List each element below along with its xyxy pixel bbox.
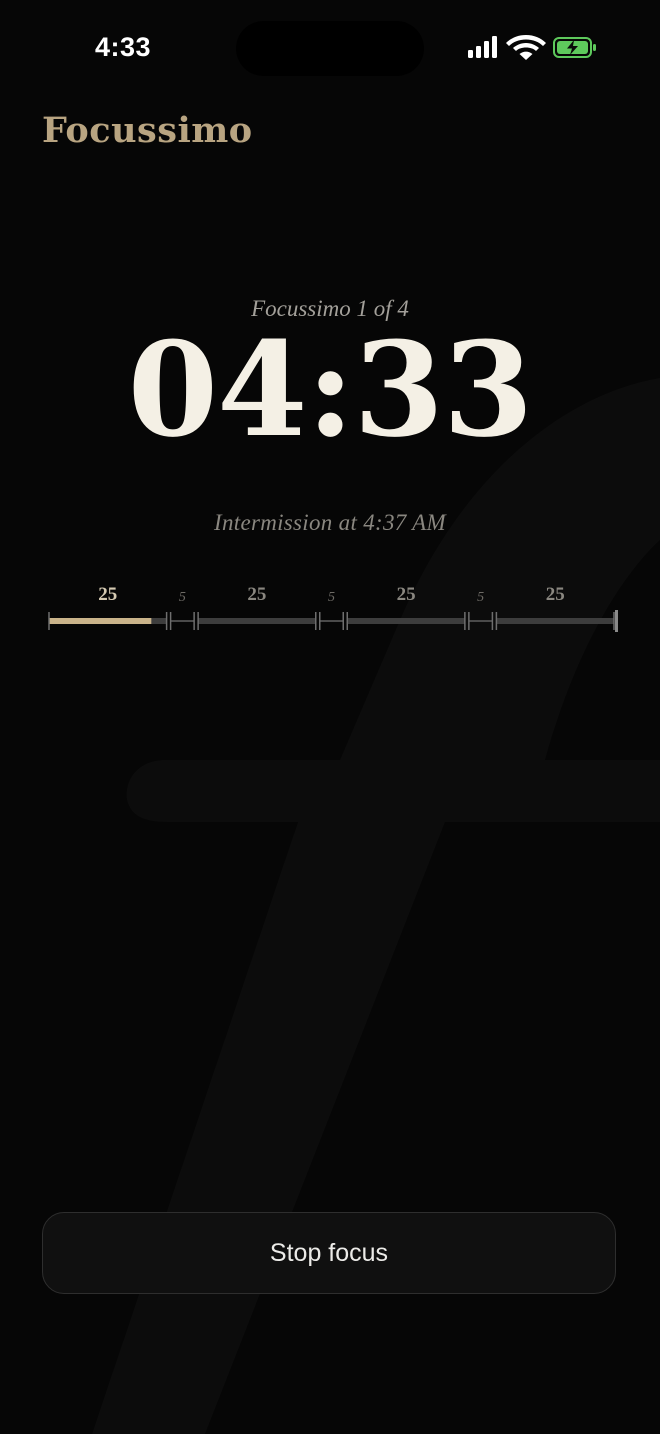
timeline-label-7: 25	[545, 584, 565, 605]
status-bar: 4:33	[0, 0, 660, 100]
timeline-segment-6	[468, 620, 493, 622]
cellular-signal-icon	[468, 36, 497, 58]
timeline-segment-5	[347, 618, 465, 624]
timeline-end-marker	[615, 610, 618, 632]
timeline-segment-4	[319, 620, 344, 622]
app-title: Focussimo	[42, 110, 253, 151]
session-timeline: 25 5 25 5 25 5 25	[44, 578, 624, 638]
timeline-bars	[48, 610, 618, 632]
timeline-label-6: 5	[477, 590, 485, 605]
timeline-segment-3	[198, 618, 316, 624]
timeline-progress-fill	[49, 618, 152, 624]
timeline-label-5: 25	[396, 584, 416, 605]
timeline-segment-2	[170, 620, 195, 622]
timeline-label-3: 25	[247, 584, 267, 605]
timeline-label-1: 25	[98, 584, 118, 605]
stop-focus-button[interactable]: Stop focus	[42, 1212, 616, 1294]
timeline-segment-7	[496, 618, 614, 624]
battery-charging-icon	[553, 37, 596, 58]
countdown-timer: 04:33	[127, 313, 534, 466]
wifi-icon	[506, 35, 546, 60]
timeline-label-2: 5	[178, 590, 186, 605]
timeline-label-4: 5	[328, 590, 335, 605]
stop-focus-label: Stop focus	[269, 1238, 389, 1267]
status-icons	[468, 35, 596, 60]
status-time: 4:33	[95, 32, 152, 62]
dynamic-island	[236, 21, 424, 76]
intermission-time: Intermission at 4:37 AM	[214, 510, 446, 535]
